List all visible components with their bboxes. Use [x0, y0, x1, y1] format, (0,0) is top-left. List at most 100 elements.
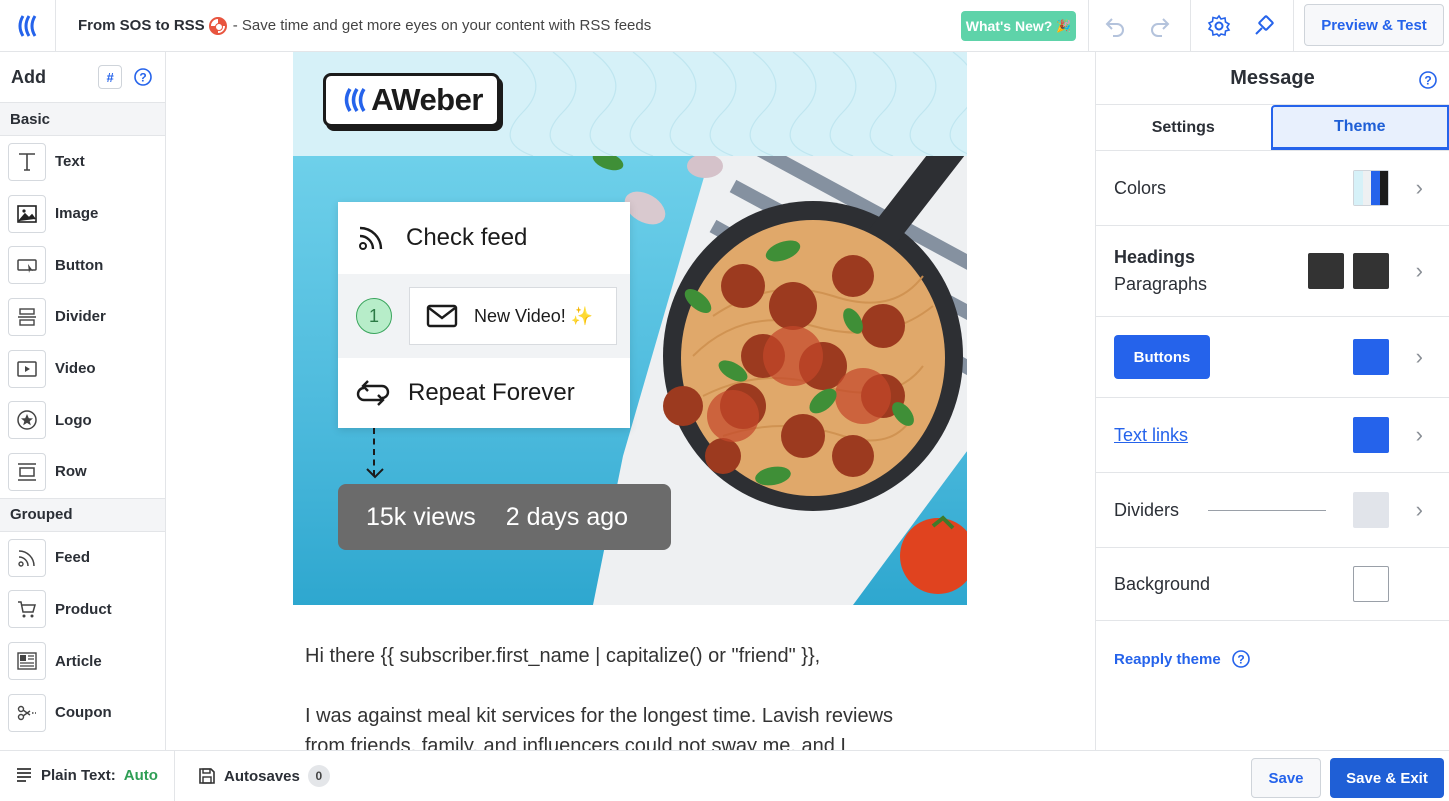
tab-settings[interactable]: Settings	[1096, 105, 1271, 150]
add-divider-block[interactable]: Divider	[0, 291, 165, 343]
posted-age: 2 days ago	[506, 503, 628, 532]
check-feed-row: Check feed	[338, 202, 630, 274]
reapply-theme-label: Reapply theme	[1114, 651, 1221, 668]
colors-row[interactable]: Colors ›	[1096, 151, 1449, 226]
new-video-label: New Video! ✨	[474, 306, 593, 327]
merge-tag-button[interactable]: #	[98, 65, 122, 89]
add-coupon-block[interactable]: Coupon	[0, 687, 165, 739]
greeting-text[interactable]: Hi there {{ subscriber.first_name | capi…	[305, 641, 945, 671]
paragraph-line: from friends, family, and influencers co…	[305, 731, 945, 750]
paragraph-color-swatch	[1353, 253, 1389, 289]
typography-row[interactable]: Headings Paragraphs ›	[1096, 226, 1449, 317]
message-title[interactable]: From SOS to RSS - Save time and get more…	[56, 17, 776, 35]
color-palette-swatch	[1353, 170, 1389, 206]
block-label: Article	[55, 653, 102, 670]
shopping-cart-icon	[8, 590, 46, 628]
block-label: Logo	[55, 412, 92, 429]
redo-icon[interactable]	[1146, 12, 1174, 40]
add-image-block[interactable]: Image	[0, 188, 165, 240]
colors-label: Colors	[1114, 178, 1166, 199]
help-icon[interactable]: ?	[133, 67, 153, 92]
video-stats-pill: 15k views 2 days ago	[338, 484, 671, 550]
aweber-brand-logo: AWeber	[323, 73, 500, 127]
autosaves-label: Autosaves	[224, 768, 300, 785]
text-icon	[8, 143, 46, 181]
top-bar: From SOS to RSS - Save time and get more…	[0, 0, 1449, 52]
aweber-waves-icon	[340, 85, 370, 115]
block-label: Video	[55, 360, 96, 377]
basic-section-label: Basic	[0, 102, 165, 136]
add-blocks-sidebar: Add # ? Basic Text Image Button Divider …	[0, 52, 166, 750]
dividers-label: Dividers	[1114, 500, 1179, 521]
image-icon	[8, 195, 46, 233]
message-settings-panel: Message ? Settings Theme Colors › Headin…	[1095, 52, 1449, 750]
repeat-forever-label: Repeat Forever	[408, 379, 575, 407]
block-label: Coupon	[55, 704, 112, 721]
block-label: Row	[55, 463, 87, 480]
buttons-row[interactable]: Buttons ›	[1096, 317, 1449, 398]
panel-tabs: Settings Theme	[1096, 105, 1449, 151]
settings-gear-icon[interactable]	[1205, 12, 1233, 40]
add-text-block[interactable]: Text	[0, 136, 165, 188]
add-button-block[interactable]: Button	[0, 239, 165, 291]
whats-new-button[interactable]: What's New? 🎉	[961, 11, 1076, 41]
add-article-block[interactable]: Article	[0, 635, 165, 687]
text-links-row[interactable]: Text links ›	[1096, 398, 1449, 473]
help-icon[interactable]: ?	[1418, 70, 1438, 96]
save-button[interactable]: Save	[1251, 758, 1321, 798]
reapply-theme-link[interactable]: Reapply theme ?	[1114, 649, 1251, 669]
hero-image[interactable]: Check feed 1 New Video! ✨ Repeat Forever…	[293, 156, 967, 605]
background-label: Background	[1114, 574, 1210, 595]
rss-feed-icon	[8, 539, 46, 577]
step-number-badge: 1	[356, 298, 392, 334]
autosaves-button[interactable]: Autosaves 0	[198, 765, 330, 787]
paragraph-line: I was against meal kit services for the …	[305, 701, 945, 731]
message-title-bold: From SOS to RSS	[78, 17, 205, 34]
undo-icon[interactable]	[1101, 12, 1129, 40]
plain-text-toggle[interactable]: Plain Text: Auto	[15, 766, 158, 784]
panel-header: Message ?	[1096, 52, 1449, 105]
video-icon	[8, 350, 46, 388]
floppy-disk-icon	[198, 767, 216, 785]
sidebar-heading: Add	[11, 67, 46, 88]
tab-theme[interactable]: Theme	[1271, 105, 1449, 150]
arrow-head-icon	[365, 467, 385, 479]
scissors-icon	[8, 694, 46, 732]
divider	[174, 751, 175, 801]
block-label: Image	[55, 205, 98, 222]
body-paragraph[interactable]: I was against meal kit services for the …	[305, 701, 945, 750]
add-product-block[interactable]: Product	[0, 584, 165, 636]
theme-brush-icon[interactable]	[1250, 12, 1278, 40]
help-icon[interactable]: ?	[1231, 649, 1251, 669]
add-feed-block[interactable]: Feed	[0, 532, 165, 584]
sidebar-header: Add # ?	[0, 52, 165, 102]
dividers-row[interactable]: Dividers ›	[1096, 473, 1449, 548]
plain-text-label: Plain Text:	[41, 767, 116, 784]
article-icon	[8, 642, 46, 680]
envelope-icon	[426, 304, 458, 328]
preview-test-button[interactable]: Preview & Test	[1304, 4, 1444, 46]
typography-labels: Headings Paragraphs	[1114, 247, 1207, 295]
save-exit-button[interactable]: Save & Exit	[1330, 758, 1444, 798]
plain-text-value: Auto	[124, 767, 158, 784]
add-video-block[interactable]: Video	[0, 343, 165, 395]
add-row-block[interactable]: Row	[0, 446, 165, 498]
text-links-sample: Text links	[1114, 425, 1188, 446]
block-label: Feed	[55, 549, 90, 566]
email-canvas[interactable]: AWeber	[167, 52, 1094, 750]
new-video-row: 1 New Video! ✨	[338, 274, 630, 358]
bottom-bar: Plain Text: Auto Autosaves 0 Save Save &…	[0, 750, 1449, 800]
chevron-right-icon: ›	[1416, 175, 1423, 201]
aweber-logo-icon[interactable]	[0, 0, 56, 52]
paragraphs-label: Paragraphs	[1114, 274, 1207, 295]
background-row[interactable]: Background	[1096, 548, 1449, 621]
header-banner[interactable]: AWeber	[293, 52, 967, 156]
divider-sample-line	[1208, 510, 1326, 511]
chevron-right-icon: ›	[1416, 422, 1423, 448]
heading-color-swatch	[1308, 253, 1344, 289]
paragraph-lines-icon	[15, 766, 33, 784]
button-color-swatch	[1353, 339, 1389, 375]
add-logo-block[interactable]: Logo	[0, 394, 165, 446]
repeat-icon	[356, 378, 390, 408]
autosaves-count-badge: 0	[308, 765, 330, 787]
